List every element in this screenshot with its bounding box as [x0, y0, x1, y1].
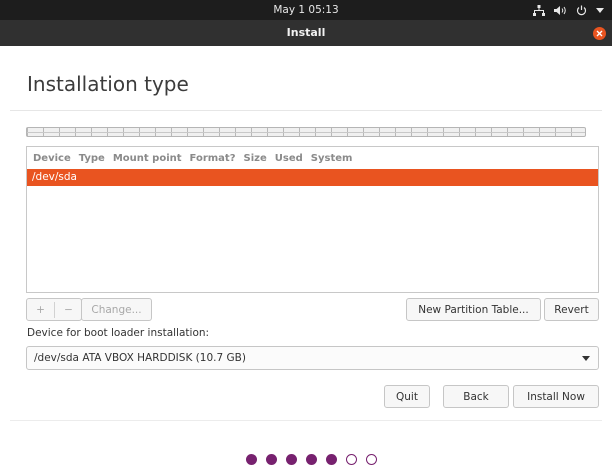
table-row[interactable]: /dev/sda — [27, 169, 598, 186]
close-icon[interactable] — [593, 27, 606, 40]
quit-button[interactable]: Quit — [384, 385, 430, 408]
step-dot-complete — [246, 454, 257, 465]
column-size[interactable]: Size — [244, 153, 267, 164]
bootloader-label: Device for boot loader installation: — [27, 327, 210, 339]
step-dot-pending — [346, 454, 357, 465]
step-dot-complete — [266, 454, 277, 465]
add-partition-button[interactable]: + — [27, 304, 54, 316]
page-title: Installation type — [27, 72, 189, 96]
add-remove-group: + − — [26, 298, 82, 321]
clock[interactable]: May 1 05:13 — [0, 0, 612, 20]
bootloader-device-select[interactable]: /dev/sda ATA VBOX HARDDISK (10.7 GB) — [26, 346, 599, 370]
window-title-bar: Install — [0, 20, 612, 46]
column-used[interactable]: Used — [275, 153, 303, 164]
row-device: /dev/sda — [32, 171, 77, 183]
bootloader-selected-value: /dev/sda ATA VBOX HARDDISK (10.7 GB) — [34, 352, 246, 364]
install-now-button[interactable]: Install Now — [513, 385, 599, 408]
change-button[interactable]: Change... — [81, 298, 152, 321]
step-dot-complete — [306, 454, 317, 465]
heading-divider — [10, 110, 602, 111]
partition-table-header: Device Type Mount point Format? Size Use… — [27, 147, 598, 169]
partition-table[interactable]: Device Type Mount point Format? Size Use… — [26, 146, 599, 293]
system-top-bar: May 1 05:13 — [0, 0, 612, 20]
column-mount-point[interactable]: Mount point — [113, 153, 182, 164]
step-progress — [246, 454, 377, 465]
chevron-down-icon — [582, 356, 590, 361]
column-system[interactable]: System — [311, 153, 353, 164]
power-icon[interactable] — [576, 5, 587, 16]
revert-button[interactable]: Revert — [544, 298, 599, 321]
step-dot-complete — [326, 454, 337, 465]
step-dot-complete — [286, 454, 297, 465]
system-tray[interactable] — [533, 0, 604, 20]
column-device[interactable]: Device — [33, 153, 71, 164]
window-title: Install — [286, 26, 326, 39]
step-dot-pending — [366, 454, 377, 465]
remove-partition-button[interactable]: − — [55, 304, 82, 316]
back-button[interactable]: Back — [443, 385, 509, 408]
chevron-down-icon[interactable] — [596, 7, 604, 13]
network-icon[interactable] — [533, 4, 545, 16]
partition-bar — [26, 127, 586, 137]
new-partition-table-button[interactable]: New Partition Table... — [406, 298, 541, 321]
column-type[interactable]: Type — [79, 153, 105, 164]
column-format[interactable]: Format? — [190, 153, 236, 164]
partition-bar-line — [27, 132, 585, 133]
volume-icon[interactable] — [554, 5, 567, 16]
footer-divider — [10, 420, 602, 421]
